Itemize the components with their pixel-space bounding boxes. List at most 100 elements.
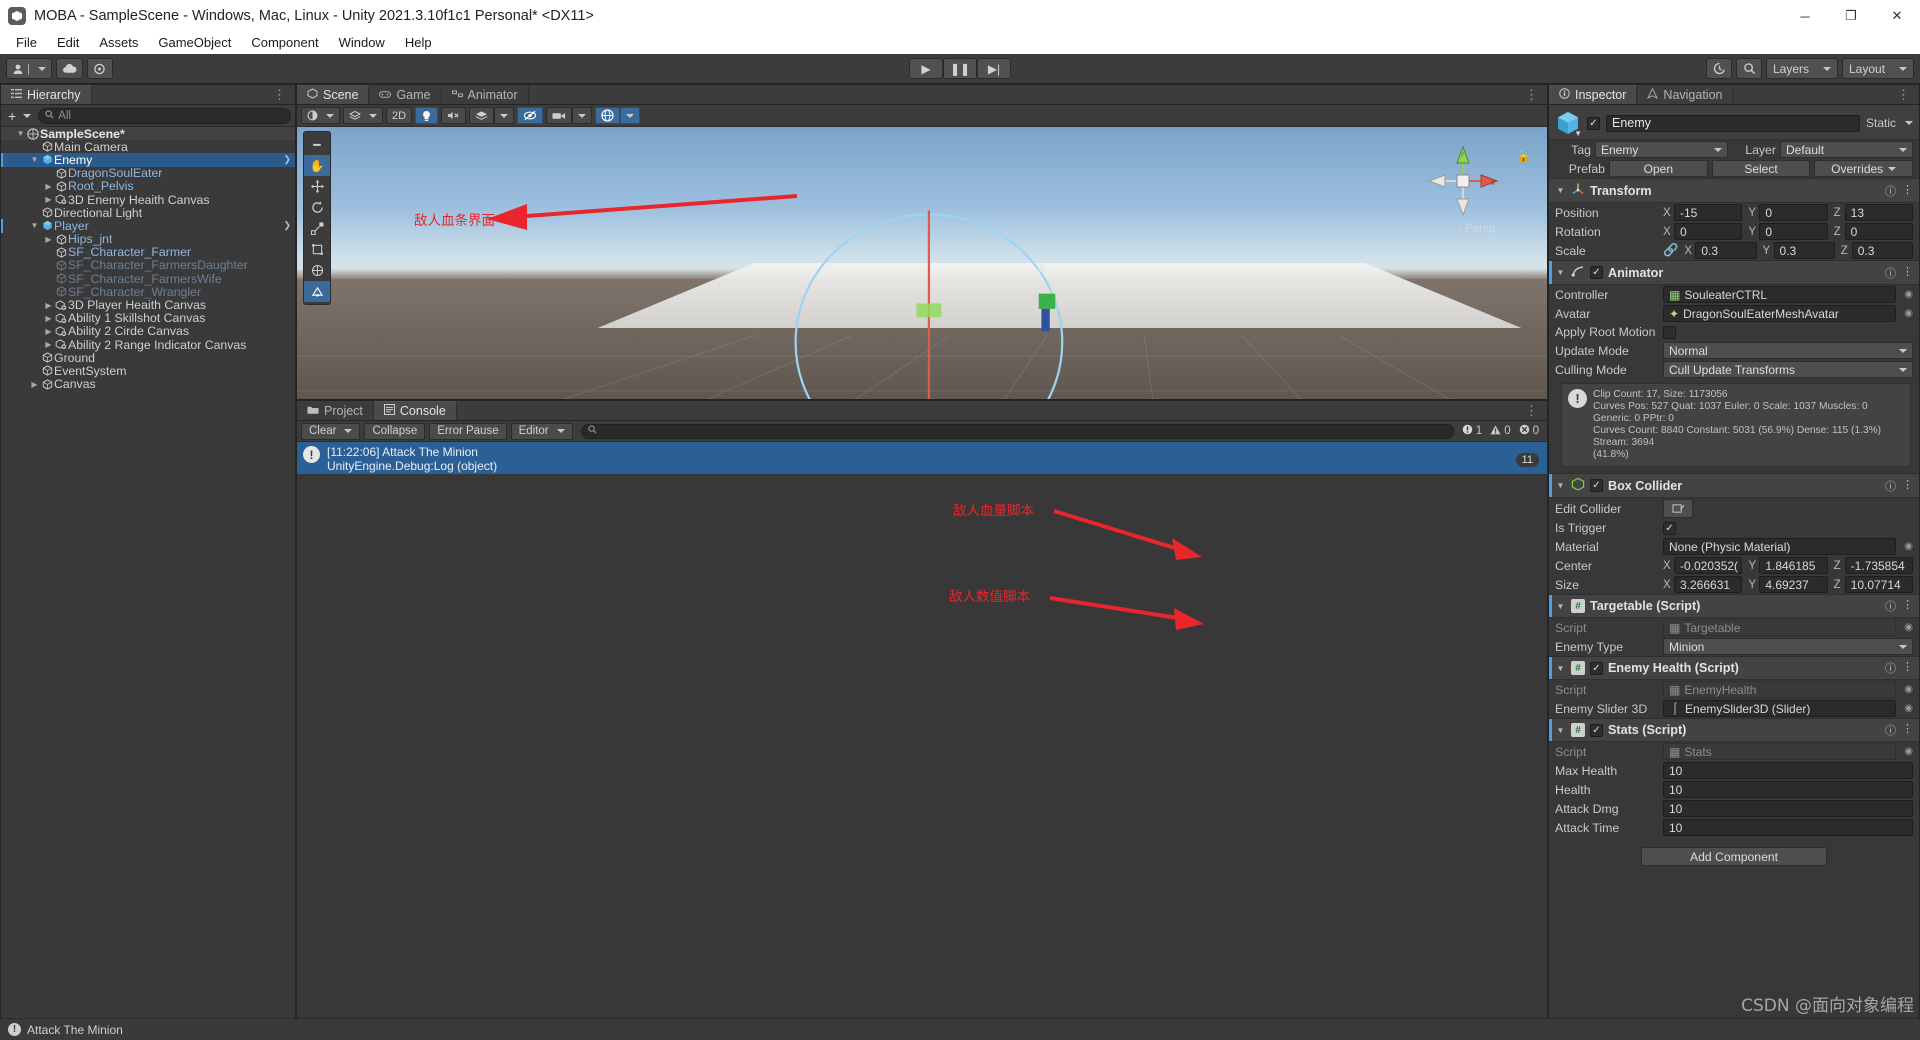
hierarchy-twisty[interactable]: ▶ [43, 327, 54, 336]
attack-time-input[interactable]: 10 [1663, 819, 1913, 836]
history-icon[interactable] [1706, 58, 1732, 79]
boxcollider-component-header[interactable]: ▼ ✓ Box Collider ⓘ ⋮ [1549, 473, 1919, 498]
rotation-z-input[interactable]: 0 [1844, 223, 1913, 240]
collapse-button[interactable]: Collapse [364, 422, 426, 440]
hierarchy-item-root-pelvis[interactable]: ▶ Root_Pelvis [1, 179, 295, 193]
menu-file[interactable]: File [6, 32, 47, 54]
avatar-object-field[interactable]: ✦ DragonSoulEaterMeshAvatar [1663, 305, 1897, 322]
enemyhealth-options-icon[interactable]: ⋮ [1902, 660, 1913, 676]
center-z-input[interactable]: -1.735854 [1844, 557, 1913, 574]
gizmo-sphere-icon[interactable] [595, 107, 621, 124]
warning-count[interactable]: 0 [1490, 424, 1511, 438]
enemyhealth-script-picker-icon[interactable]: ◉ [1904, 684, 1913, 695]
center-y-input[interactable]: 1.846185 [1759, 557, 1828, 574]
help-icon[interactable]: ⓘ [1885, 478, 1896, 494]
2d-toggle-button[interactable]: 2D [386, 107, 413, 124]
console-search-input[interactable] [580, 423, 1454, 439]
position-y-input[interactable]: 0 [1759, 204, 1828, 221]
maximize-button[interactable]: ❐ [1828, 0, 1874, 32]
transform-tool[interactable] [304, 260, 330, 281]
hierarchy-twisty[interactable]: ▶ [43, 235, 54, 244]
hierarchy-item-hips-jnt[interactable]: ▶ Hips_jnt [1, 232, 295, 246]
cloud-icon[interactable] [55, 58, 83, 79]
perspective-label[interactable]: ‹ Persp [1458, 223, 1495, 235]
tab-scene[interactable]: Scene [297, 85, 370, 104]
boxcollider-options-icon[interactable]: ⋮ [1902, 478, 1913, 494]
hierarchy-item-eventsystem[interactable]: EventSystem [1, 364, 295, 378]
lock-icon[interactable]: 🔓 [1516, 149, 1531, 163]
step-button[interactable]: ▶| [977, 58, 1011, 79]
gameobject-enabled-checkbox[interactable]: ✓ [1587, 116, 1600, 130]
menu-window[interactable]: Window [329, 32, 395, 54]
stats-enabled-checkbox[interactable]: ✓ [1590, 723, 1603, 737]
stats-component-header[interactable]: ▼ # ✓ Stats (Script) ⓘ ⋮ [1549, 718, 1919, 742]
tag-dropdown[interactable]: Enemy [1595, 141, 1728, 158]
static-checkbox-group[interactable]: Static [1866, 116, 1913, 130]
info-count[interactable]: 1 [1462, 424, 1482, 438]
tab-project[interactable]: Project [297, 401, 374, 420]
help-icon[interactable]: ⓘ [1885, 598, 1896, 614]
gizmos-hidden-icon[interactable] [517, 107, 544, 124]
move-tool[interactable] [304, 176, 330, 197]
hierarchy-item-ground[interactable]: Ground [1, 351, 295, 365]
rotation-x-input[interactable]: 0 [1674, 223, 1743, 240]
gameobject-name-input[interactable]: Enemy [1606, 114, 1860, 132]
enemyhealth-enabled-checkbox[interactable]: ✓ [1590, 661, 1603, 675]
menu-component[interactable]: Component [241, 32, 328, 54]
prefab-overrides-button[interactable]: Overrides [1814, 160, 1914, 177]
hierarchy-twisty[interactable]: ▼ [29, 155, 40, 164]
scale-tool[interactable] [304, 218, 330, 239]
hierarchy-twisty[interactable]: ▼ [29, 221, 40, 230]
stats-options-icon[interactable]: ⋮ [1902, 722, 1913, 738]
error-count[interactable]: 0 [1519, 424, 1539, 438]
hierarchy-item-ability-1-skillshot-canvas[interactable]: ▶ Ability 1 Skillshot Canvas [1, 311, 295, 325]
transform-foldout[interactable]: ▼ [1555, 186, 1566, 195]
hand-tool[interactable]: ✋ [304, 155, 330, 176]
create-object-button[interactable]: + [5, 108, 34, 124]
scene-viewport[interactable]: ━ ✋ y x ‹ Persp 🔓 敌人血条界面 [297, 127, 1547, 399]
size-z-input[interactable]: 10.07714 [1844, 576, 1913, 593]
targetable-component-header[interactable]: ▼ # Targetable (Script) ⓘ ⋮ [1549, 594, 1919, 618]
tab-game[interactable]: Game [369, 85, 442, 104]
help-icon[interactable]: ⓘ [1885, 660, 1896, 676]
hierarchy-item-directional-light[interactable]: Directional Light [1, 206, 295, 220]
targetable-options-icon[interactable]: ⋮ [1902, 598, 1913, 614]
transform-options-icon[interactable]: ⋮ [1902, 183, 1913, 199]
controller-object-field[interactable]: ▦ SouleaterCTRL [1663, 286, 1897, 303]
enemyhealth-foldout[interactable]: ▼ [1555, 664, 1566, 673]
hierarchy-item-sf-character-farmersdaughter[interactable]: SF_Character_FarmersDaughter [1, 258, 295, 272]
hierarchy-item-3d-enemy-heaith-canvas[interactable]: ▶ 3D Enemy Heaith Canvas [1, 193, 295, 207]
console-log-list[interactable]: ! [11:22:06] Attack The Minion UnityEngi… [297, 442, 1547, 1039]
hierarchy-item-samplescene[interactable]: ▼ SampleScene* [1, 127, 295, 141]
animator-component-header[interactable]: ▼ ✓ Animator ⓘ ⋮ [1549, 260, 1919, 285]
layers-dropdown[interactable]: Layers [1766, 58, 1838, 79]
rotation-y-input[interactable]: 0 [1759, 223, 1828, 240]
minimize-button[interactable]: ─ [1782, 0, 1828, 32]
scale-z-input[interactable]: 0.3 [1851, 242, 1914, 259]
update-mode-dropdown[interactable]: Normal [1663, 342, 1913, 359]
menu-edit[interactable]: Edit [47, 32, 89, 54]
hierarchy-item-dragonsouleater[interactable]: DragonSoulEater [1, 166, 295, 180]
scene-gizmo-dropdown[interactable] [620, 107, 641, 124]
hierarchy-twisty[interactable]: ▼ [15, 129, 26, 138]
tab-animator[interactable]: Animator [441, 85, 529, 104]
hierarchy-tree[interactable]: ▼ SampleScene* Main Camera ▼ Enemy ❯ DragonSou… [1, 127, 295, 1039]
targetable-foldout[interactable]: ▼ [1555, 602, 1566, 611]
edit-collider-button[interactable] [1663, 499, 1693, 518]
health-input[interactable]: 10 [1663, 781, 1913, 798]
error-pause-button[interactable]: Error Pause [429, 422, 507, 440]
enemy-slider-picker-icon[interactable]: ◉ [1904, 703, 1913, 714]
menu-gameobject[interactable]: GameObject [148, 32, 241, 54]
boxcollider-enabled-checkbox[interactable]: ✓ [1590, 479, 1603, 492]
tab-console[interactable]: Console [373, 401, 457, 420]
layer-dropdown[interactable]: Default [1780, 141, 1913, 158]
animator-options-icon[interactable]: ⋮ [1902, 265, 1913, 281]
hierarchy-twisty[interactable]: ▶ [29, 380, 40, 389]
stats-script-picker-icon[interactable]: ◉ [1904, 746, 1913, 757]
prefab-open-arrow[interactable]: ❯ [283, 154, 291, 165]
menu-help[interactable]: Help [395, 32, 442, 54]
scene-effects-dropdown[interactable] [494, 107, 515, 124]
shading-mode-dropdown[interactable] [301, 107, 340, 124]
enemy-slider-object-field[interactable]: ⎰ EnemySlider3D (Slider) [1663, 700, 1897, 717]
scene-tool-overflow[interactable]: ━ [304, 134, 330, 155]
